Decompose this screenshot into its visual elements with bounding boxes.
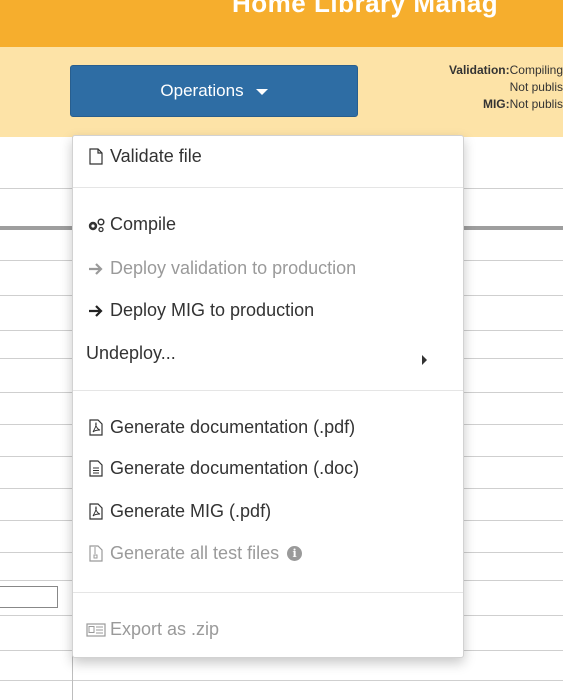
menu-item-generate-mig-pdf[interactable]: Generate MIG (.pdf) bbox=[86, 501, 271, 522]
file-icon bbox=[86, 148, 106, 165]
menu-item-label: Generate all test files bbox=[110, 543, 280, 563]
menu-item-undeploy[interactable]: Undeploy... bbox=[86, 343, 176, 364]
menu-item-generate-doc-pdf[interactable]: Generate documentation (.pdf) bbox=[86, 417, 355, 438]
operations-dropdown-button[interactable]: Operations bbox=[70, 65, 358, 117]
menu-item-label: Compile bbox=[110, 214, 177, 234]
validation-status-line: Validation:Compiling bbox=[383, 62, 563, 79]
menu-item-generate-doc-doc[interactable]: Generate documentation (.doc) bbox=[86, 458, 359, 479]
mig-status-label: MIG: bbox=[482, 97, 510, 111]
menu-item-label: Deploy validation to production bbox=[110, 258, 357, 278]
menu-item-compile[interactable]: Compile bbox=[86, 214, 176, 235]
validation-status-label: Validation: bbox=[448, 63, 510, 77]
publish-status: Validation:Compiling Not publis MIG:Not … bbox=[383, 62, 563, 113]
info-icon[interactable]: i bbox=[287, 546, 303, 561]
operations-button-label: Operations bbox=[160, 81, 244, 100]
navbar-title: Home Library Manag bbox=[232, 0, 499, 18]
menu-item-label: Undeploy... bbox=[86, 343, 176, 363]
archive-file-icon bbox=[86, 545, 106, 562]
menu-divider bbox=[73, 592, 463, 593]
menu-item-label: Deploy MIG to production bbox=[110, 300, 315, 320]
menu-item-label: Validate file bbox=[110, 146, 202, 166]
menu-divider bbox=[73, 187, 463, 188]
mig-status-value: Not publis bbox=[509, 97, 563, 111]
validation-publish-status: Not publis bbox=[509, 80, 563, 94]
arrow-right-icon bbox=[86, 304, 106, 318]
mig-status-line: MIG:Not publis bbox=[383, 96, 563, 113]
operations-dropdown-menu: Validate file Compile Deploy validation … bbox=[72, 135, 464, 658]
menu-item-generate-test-files[interactable]: Generate all test files i bbox=[86, 543, 303, 564]
caret-down-icon bbox=[255, 89, 268, 95]
doc-file-icon bbox=[86, 460, 106, 477]
menu-item-deploy-mig[interactable]: Deploy MIG to production bbox=[86, 300, 314, 321]
menu-item-label: Generate documentation (.pdf) bbox=[110, 417, 356, 437]
table-cell-input[interactable] bbox=[0, 586, 58, 608]
menu-item-validate-file[interactable]: Validate file bbox=[86, 146, 202, 167]
top-navbar: Home Library Manag bbox=[0, 0, 563, 47]
cogs-icon bbox=[86, 217, 106, 233]
arrow-right-icon bbox=[86, 262, 106, 276]
pdf-file-icon bbox=[86, 419, 106, 436]
menu-divider bbox=[73, 390, 463, 391]
menu-item-label: Generate documentation (.doc) bbox=[110, 458, 360, 478]
pdf-file-icon bbox=[86, 503, 106, 520]
menu-item-label: Generate MIG (.pdf) bbox=[110, 501, 272, 521]
menu-item-label: Export as .zip bbox=[110, 619, 220, 639]
submenu-caret-icon bbox=[422, 355, 427, 365]
table-row-border bbox=[0, 680, 563, 681]
validation-status-value: Compiling bbox=[509, 63, 563, 77]
menu-item-deploy-validation[interactable]: Deploy validation to production bbox=[86, 258, 356, 279]
menu-item-export-zip[interactable]: Export as .zip bbox=[86, 619, 219, 640]
zip-card-icon bbox=[86, 622, 106, 637]
